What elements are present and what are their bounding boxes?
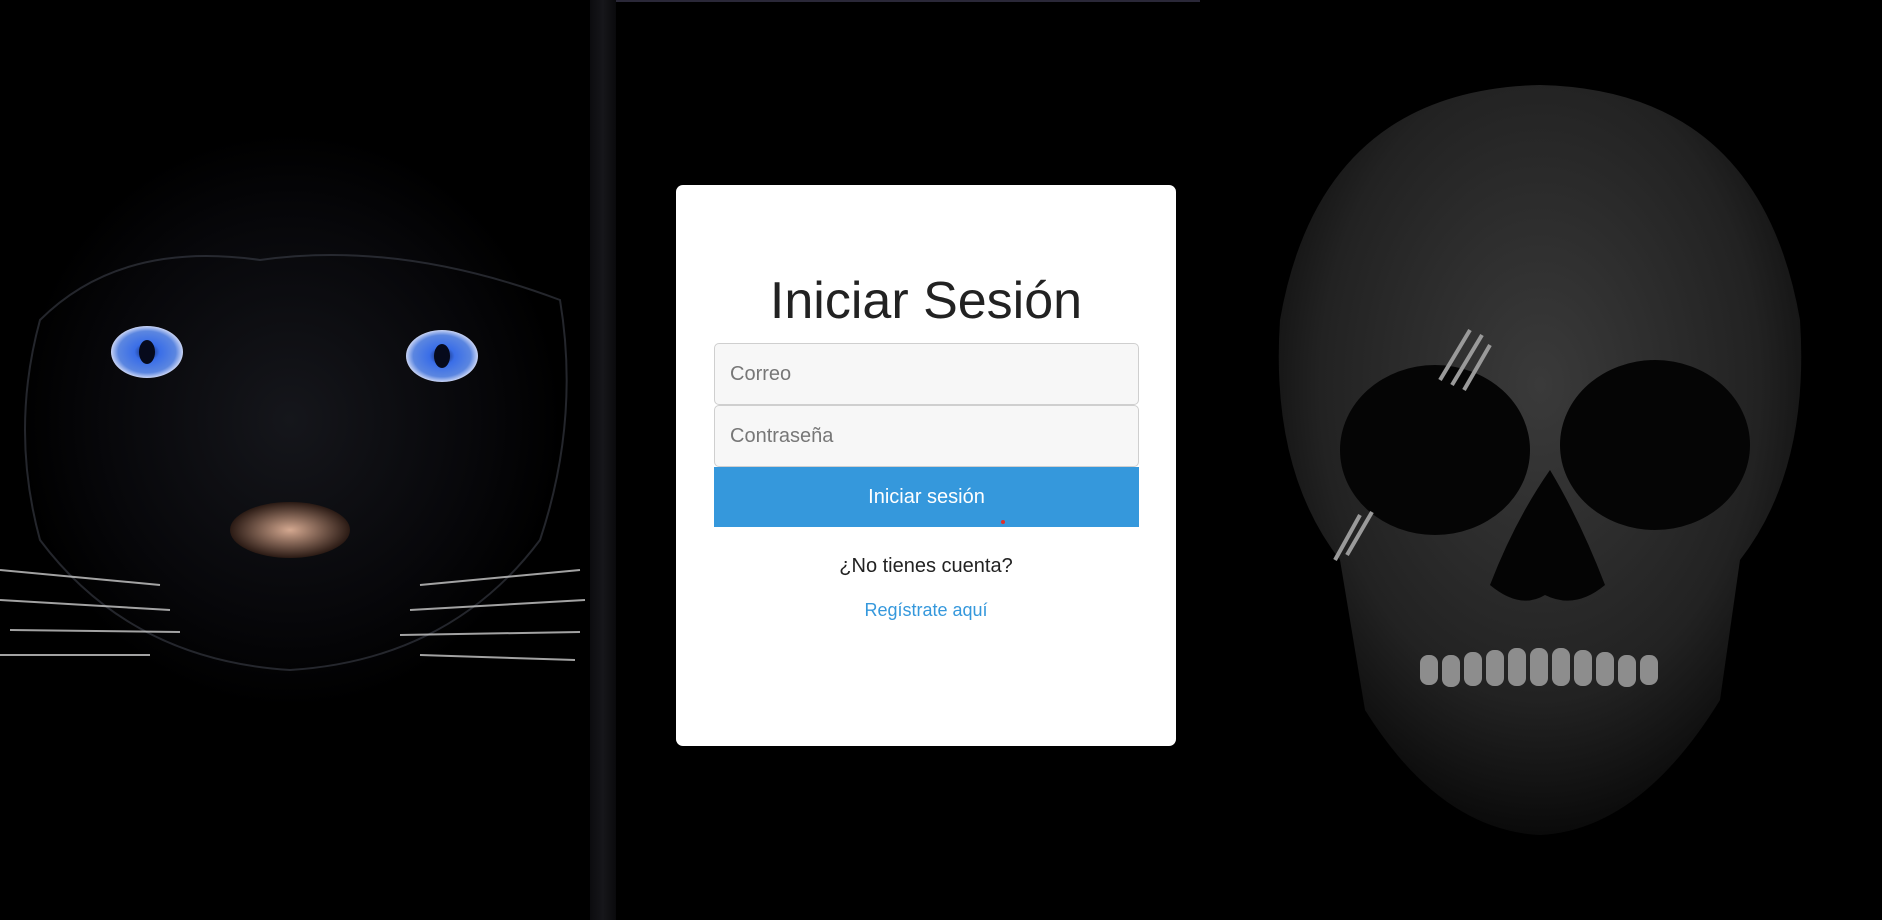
cursor-indicator: [1001, 520, 1005, 524]
no-account-text: ¿No tienes cuenta?: [839, 555, 1013, 577]
panther-icon: [0, 254, 586, 672]
panther-artwork: [0, 0, 590, 920]
login-button[interactable]: Iniciar sesión: [714, 467, 1139, 527]
skull-artwork: [1200, 0, 1882, 920]
email-input[interactable]: [714, 343, 1139, 405]
password-input[interactable]: [714, 405, 1139, 467]
background-divider: [590, 0, 616, 920]
login-card: Iniciar Sesión Iniciar sesión ¿No tienes…: [676, 185, 1176, 746]
register-link[interactable]: Regístrate aquí: [676, 600, 1176, 621]
page-title: Iniciar Sesión: [769, 272, 1083, 330]
skull-icon: [1278, 85, 1802, 835]
